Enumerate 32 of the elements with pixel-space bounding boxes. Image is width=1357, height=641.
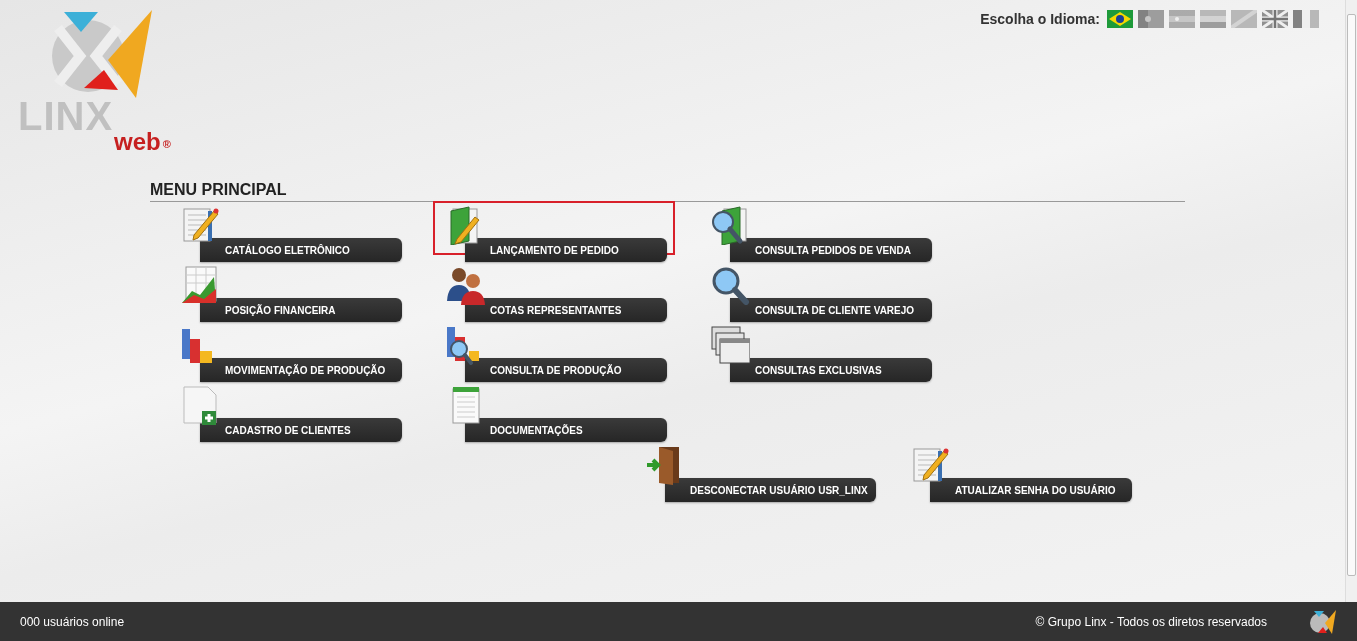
menu-button[interactable]: CATÁLOGO ELETRÔNICO — [200, 238, 402, 262]
menu-button[interactable]: CONSULTA DE PRODUÇÃO — [465, 358, 667, 382]
menu-button[interactable]: ATUALIZAR SENHA DO USUÁRIO — [930, 478, 1132, 502]
menu-button[interactable]: COTAS REPRESENTANTES — [465, 298, 667, 322]
online-users-count: 000 usuários online — [20, 614, 125, 629]
notepad-pencil-icon[interactable] — [180, 205, 220, 245]
language-flag-icon[interactable] — [1293, 10, 1319, 28]
search-icon[interactable] — [710, 265, 750, 305]
logo-mark-icon — [1307, 609, 1337, 634]
language-flag-icon[interactable] — [1262, 10, 1288, 28]
menu-button[interactable]: CONSULTA DE CLIENTE VAREJO — [730, 298, 932, 322]
menu-button[interactable]: MOVIMENTAÇÃO DE PRODUÇÃO — [200, 358, 402, 382]
menu-button[interactable]: DESCONECTAR USUÁRIO USR_LINX — [665, 478, 876, 502]
logo-suffix: web — [114, 128, 161, 156]
language-label: Escolha o Idioma: — [980, 11, 1100, 27]
language-flag-icon[interactable] — [1107, 10, 1133, 28]
registered-mark: ® — [162, 138, 171, 150]
menu-button[interactable]: CONSULTAS EXCLUSIVAS — [730, 358, 932, 382]
document-plus-icon[interactable] — [180, 385, 220, 425]
book-search-icon[interactable] — [710, 205, 750, 245]
menu-button[interactable]: LANÇAMENTO DE PEDIDO — [465, 238, 667, 262]
menu-button[interactable]: CADASTRO DE CLIENTES — [200, 418, 402, 442]
windows-icon[interactable] — [710, 325, 750, 365]
menu-button[interactable]: CONSULTA PEDIDOS DE VENDA — [730, 238, 932, 262]
section-title: MENU PRINCIPAL — [150, 181, 1185, 202]
menu-button[interactable]: DOCUMENTAÇÕES — [465, 418, 667, 442]
menu-button[interactable]: POSIÇÃO FINANCEIRA — [200, 298, 402, 322]
scrollbar[interactable] — [1345, 0, 1357, 602]
copyright-text: © Grupo Linx - Todos os diretos reservados — [1035, 614, 1267, 629]
area-chart-icon[interactable] — [180, 265, 220, 305]
notepad-pencil-icon[interactable] — [910, 445, 950, 485]
people-icon[interactable] — [445, 265, 485, 305]
